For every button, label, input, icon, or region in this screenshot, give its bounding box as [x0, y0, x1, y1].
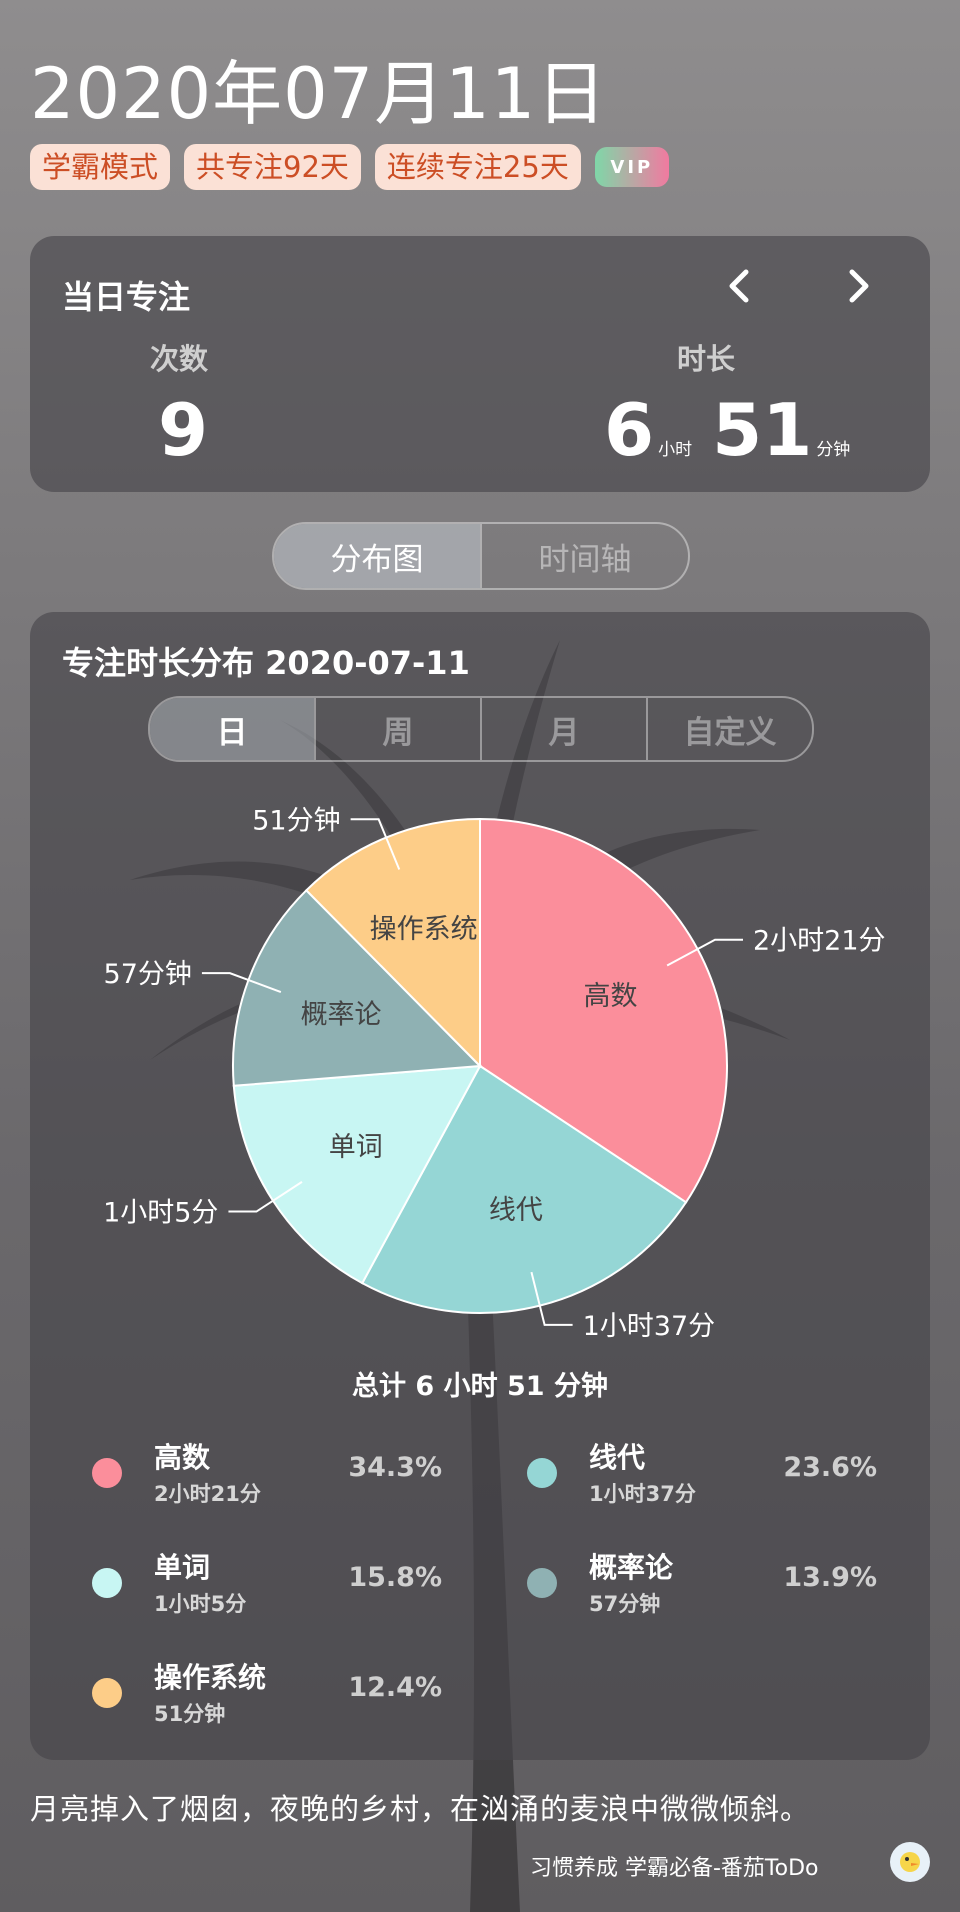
slice-label: 线代: [489, 1195, 543, 1226]
daily-focus-title: 当日专注: [62, 278, 191, 316]
duration-value: 6 小时 51 分钟: [604, 388, 870, 472]
range-custom[interactable]: 自定义: [646, 698, 812, 760]
quote-text: 月亮掉入了烟囱，夜晚的乡村，在汹涌的麦浪中微微倾斜。: [30, 1792, 811, 1826]
slice-label: 操作系统: [370, 914, 478, 945]
legend-percent: 13.9%: [783, 1562, 877, 1593]
legend-duration: 2小时21分: [154, 1482, 261, 1506]
legend-item: 单词 1小时5分 15.8%: [62, 1546, 442, 1626]
count-value: 9: [158, 388, 209, 472]
legend-name: 高数: [154, 1441, 211, 1474]
date-title: 2020年07月11日: [30, 53, 608, 135]
legend-percent: 15.8%: [348, 1562, 442, 1593]
footer-slogan: 习惯养成 学霸必备-番茄ToDo: [530, 1856, 819, 1881]
legend-duration: 57分钟: [589, 1592, 661, 1616]
range-month[interactable]: 月: [480, 698, 646, 760]
duck-icon: [900, 1852, 920, 1872]
vip-badge[interactable]: VIP: [594, 147, 669, 187]
prev-day-button[interactable]: [720, 266, 760, 306]
legend-percent: 34.3%: [348, 1452, 442, 1483]
slice-label: 单词: [329, 1132, 383, 1163]
slice-label: 概率论: [301, 999, 382, 1030]
pie-chart: 高数 2小时21分线代 1小时37分 单词 1小时5分 概率论 57分钟 操作系统 51分钟: [103, 805, 886, 1342]
tab-timeline[interactable]: 时间轴: [480, 524, 688, 588]
slice-value-label: 51分钟: [252, 805, 340, 836]
legend-dot: [527, 1568, 557, 1598]
total-duration: 总计 6 小时 51 分钟: [352, 1371, 608, 1402]
mode-tag[interactable]: 学霸模式: [30, 144, 171, 190]
distribution-card: 专注时长分布 2020-07-11 日 周 月 自定义 高数 2小时21分 线代 1小…: [30, 612, 930, 1760]
duration-label: 时长: [677, 342, 736, 376]
chevron-left-icon: [729, 269, 749, 303]
total-days-tag: 共专注92天: [184, 144, 361, 190]
count-label: 次数: [150, 342, 209, 376]
streak-tag: 连续专注25天: [374, 144, 581, 190]
legend-dot: [92, 1458, 122, 1488]
range-switch: 日 周 月 自定义: [148, 696, 814, 762]
legend-dot: [527, 1458, 557, 1488]
slice-value-label: 57分钟: [104, 959, 192, 990]
legend-name: 单词: [154, 1551, 211, 1584]
tab-distribution[interactable]: 分布图: [274, 524, 480, 588]
view-switch: 分布图 时间轴: [272, 522, 690, 590]
slice-value-label: 1小时37分: [583, 1311, 716, 1342]
legend-duration: 1小时5分: [154, 1592, 247, 1616]
duration-minutes-unit: 分钟: [816, 440, 851, 460]
range-week[interactable]: 周: [314, 698, 480, 760]
legend-percent: 12.4%: [348, 1672, 442, 1703]
slice-value-label: 1小时5分: [103, 1198, 218, 1229]
legend-item: 高数 2小时21分 34.3%: [62, 1436, 442, 1516]
duration-hours-unit: 小时: [658, 440, 693, 460]
legend-dot: [92, 1678, 122, 1708]
legend-item: 概率论 57分钟 13.9%: [497, 1546, 877, 1626]
legend-duration: 51分钟: [154, 1702, 226, 1726]
legend-dot: [92, 1568, 122, 1598]
distribution-title: 专注时长分布 2020-07-11: [62, 644, 470, 682]
legend-name: 操作系统: [154, 1661, 267, 1694]
daily-focus-card: 当日专注 次数 9 时长 6 小时 51 分钟: [30, 236, 930, 492]
legend-item: 线代 1小时37分 23.6%: [497, 1436, 877, 1516]
slice-value-label: 2小时21分: [753, 926, 886, 957]
next-day-button[interactable]: [838, 266, 878, 306]
legend-duration: 1小时37分: [589, 1482, 696, 1506]
duration-minutes: 51: [712, 388, 813, 472]
legend-item: 操作系统 51分钟 12.4%: [62, 1656, 442, 1736]
legend-name: 线代: [589, 1441, 646, 1474]
tag-row: 学霸模式 共专注92天 连续专注25天 VIP: [30, 144, 669, 190]
legend-percent: 23.6%: [783, 1452, 877, 1483]
chevron-right-icon: [849, 269, 869, 303]
range-day[interactable]: 日: [150, 698, 314, 760]
app-mascot-icon[interactable]: [890, 1842, 930, 1882]
duration-hours: 6: [604, 388, 655, 472]
legend-name: 概率论: [589, 1551, 674, 1584]
slice-label: 高数: [584, 981, 638, 1012]
